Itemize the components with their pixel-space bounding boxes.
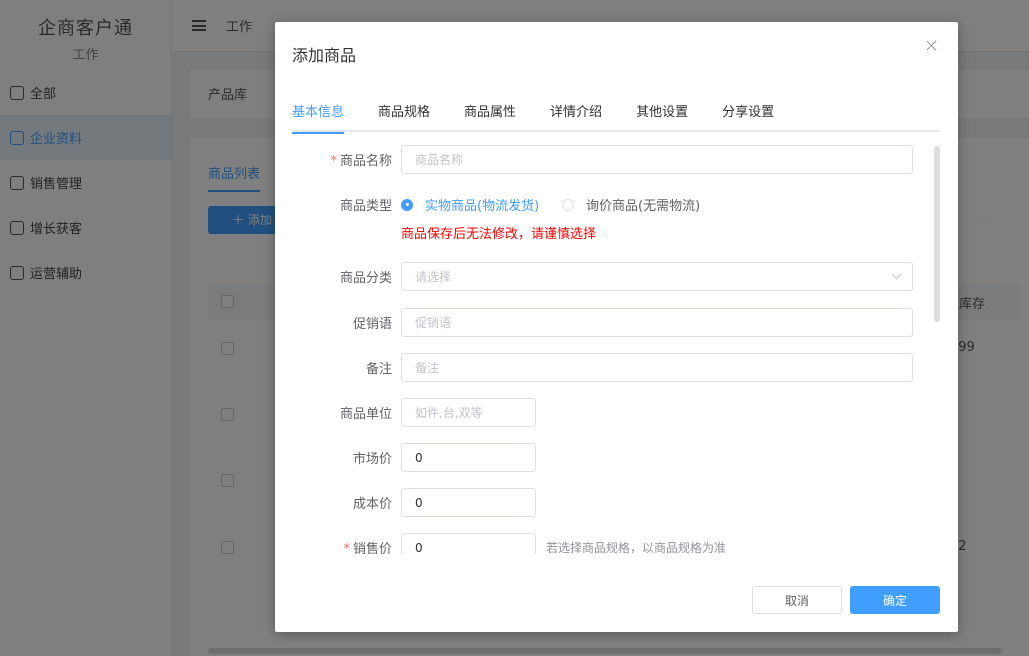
sale-price-hint: 若选择商品规格，以商品规格为准 [546, 541, 727, 554]
tab-details[interactable]: 详情介绍 [550, 94, 602, 132]
sale-price-input[interactable]: 0 [401, 533, 536, 554]
cancel-button[interactable]: 取消 [752, 586, 842, 614]
type-warning: 商品保存后无法修改，请谨慎选择 [401, 227, 597, 242]
tab-specs[interactable]: 商品规格 [378, 94, 430, 132]
category-label: 商品分类 [339, 271, 392, 286]
market-price-input[interactable]: 0 [401, 443, 536, 472]
radio-inquiry-goods[interactable]: 询价商品(无需物流) [562, 195, 700, 214]
radio-physical-goods[interactable]: 实物商品(物流发货) [401, 195, 539, 214]
promo-label: 促销语 [352, 317, 392, 332]
radio-dot [562, 198, 574, 211]
tab-share-settings[interactable]: 分享设置 [722, 94, 774, 132]
cost-price-label: 成本价 [352, 497, 392, 512]
add-product-dialog: 添加商品 基本信息 商品规格 商品属性 详情介绍 其他设置 分享设置 * 商品名称… [275, 22, 958, 632]
category-select[interactable]: 请选择 [401, 262, 913, 291]
sale-price-label: * 销售价 [275, 538, 392, 554]
required-mark: * [343, 542, 350, 554]
radio-dot [401, 198, 413, 211]
form-vertical-scrollbar[interactable] [934, 146, 940, 322]
remark-input[interactable]: 备注 [401, 353, 913, 382]
name-label: * 商品名称 [330, 154, 392, 169]
chevron-down-icon [891, 269, 902, 280]
market-price-label: 市场价 [352, 452, 392, 467]
basic-info-form: * 商品名称 商品名称 商品类型 实物商品(物流发货) 询价商品(无需物流) 商品… [275, 134, 958, 554]
tab-attributes[interactable]: 商品属性 [464, 94, 516, 132]
unit-input[interactable]: 如件,台,双等 [401, 398, 536, 427]
tab-other-settings[interactable]: 其他设置 [636, 94, 688, 132]
required-mark: * [330, 154, 337, 169]
dialog-tabs: 基本信息 商品规格 商品属性 详情介绍 其他设置 分享设置 [292, 94, 940, 134]
remark-label: 备注 [365, 362, 392, 377]
tab-basic-info[interactable]: 基本信息 [292, 94, 345, 134]
type-label: 商品类型 [339, 199, 392, 214]
promo-input[interactable]: 促销语 [401, 308, 913, 337]
confirm-button[interactable]: 确定 [850, 586, 940, 614]
close-icon[interactable] [924, 38, 940, 54]
cost-price-input[interactable]: 0 [401, 488, 536, 517]
unit-label: 商品单位 [339, 407, 392, 422]
dialog-title: 添加商品 [292, 46, 357, 65]
product-name-input[interactable]: 商品名称 [401, 145, 913, 174]
